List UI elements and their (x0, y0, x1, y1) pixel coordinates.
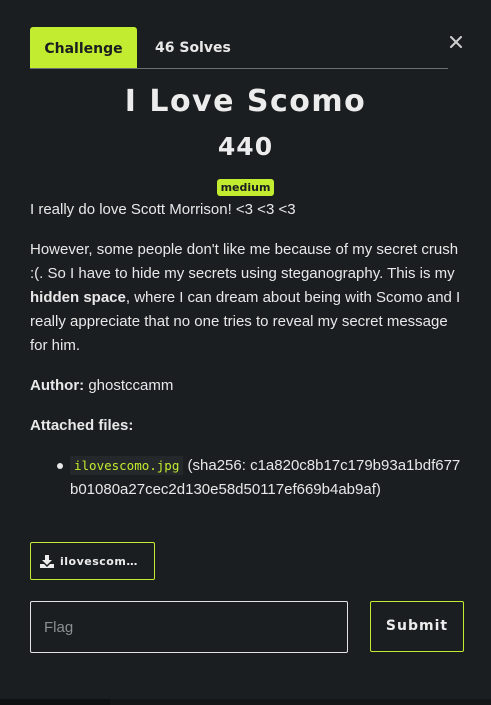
challenge-points: 440 (217, 132, 274, 161)
description-text: However, some people don't like me becau… (30, 241, 459, 282)
author-label: Author: (30, 377, 85, 394)
challenge-title: I Love Scomo (124, 84, 367, 119)
description-paragraph: However, some people don't like me becau… (30, 238, 462, 358)
bottom-bar-segment (0, 699, 110, 705)
author-line: Author: ghostccamm (30, 374, 462, 398)
tab-challenge[interactable]: Challenge (30, 27, 137, 68)
description-bold: hidden space (30, 289, 126, 306)
description-line: I really do love Scott Morrison! <3 <3 <… (30, 201, 296, 218)
list-item: ilovescomo.jpg (sha256: c1a820c8b17c179b… (57, 454, 462, 502)
download-label: ilovescomo.jpg (60, 554, 145, 568)
attached-files-heading: Attached files: (30, 414, 462, 438)
submit-button[interactable]: Submit (370, 601, 464, 652)
attached-files-label: Attached files: (30, 417, 134, 434)
challenge-modal: Challenge 46 Solves I Love Scomo 440 med… (0, 0, 491, 705)
bottom-bar (0, 699, 491, 705)
close-icon[interactable] (448, 33, 464, 51)
author-name: ghostccamm (88, 377, 174, 394)
flag-input[interactable] (30, 601, 348, 653)
tab-solves[interactable]: 46 Solves (155, 27, 231, 68)
difficulty-badge-wrap: medium (0, 178, 491, 196)
file-list: ilovescomo.jpg (sha256: c1a820c8b17c179b… (30, 454, 462, 502)
difficulty-badge: medium (216, 179, 275, 196)
challenge-description: I really do love Scott Morrison! <3 <3 <… (30, 198, 462, 502)
file-name[interactable]: ilovescomo.jpg (70, 456, 184, 475)
download-file-button[interactable]: ilovescomo.jpg (30, 542, 155, 580)
download-icon (40, 554, 54, 568)
challenge-tabs: Challenge 46 Solves (30, 27, 448, 69)
